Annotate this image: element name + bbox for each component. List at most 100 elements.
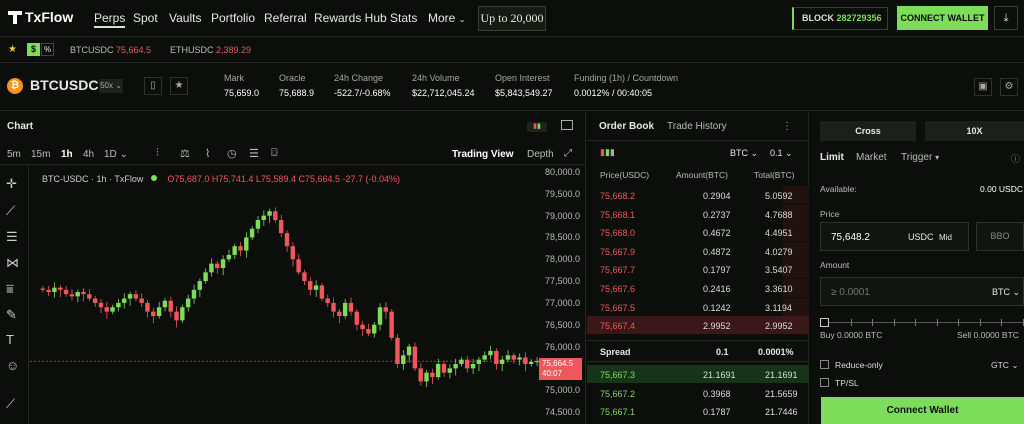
ruler-icon[interactable]: ⟋: [6, 396, 15, 412]
buy-amount: Buy 0.0000 BTC: [820, 330, 883, 340]
alert-clock-icon[interactable]: ◷: [227, 147, 237, 160]
ask-row[interactable]: 75,667.7 0.1797 3.5407: [587, 260, 809, 279]
nav-perps[interactable]: Perps: [94, 11, 126, 28]
trading-view-tab[interactable]: Trading View: [452, 149, 514, 160]
settings-icon[interactable]: ⚙: [1000, 78, 1018, 96]
text-icon[interactable]: T: [6, 332, 14, 347]
amount-unit[interactable]: BTC ⌄: [992, 287, 1020, 298]
candle-body: [360, 324, 365, 330]
compare-icon[interactable]: ⚖: [180, 147, 190, 160]
amount-slider[interactable]: [820, 318, 1024, 328]
leverage-button[interactable]: 10X: [925, 121, 1024, 141]
horizontal-lines-icon[interactable]: ☰: [6, 229, 18, 245]
timeframe-1d[interactable]: 1D ⌄: [104, 149, 128, 160]
ask-row[interactable]: 75,667.5 0.1242 3.1194: [587, 297, 809, 316]
expand-icon[interactable]: ⤢: [564, 148, 572, 159]
timeframe-1h[interactable]: 1h: [61, 149, 73, 160]
amount-input[interactable]: ≥ 0.0001 BTC ⌄: [820, 277, 1024, 306]
promo-button[interactable]: Up to 20,000: [478, 6, 546, 31]
crosshair-icon[interactable]: ✛: [6, 176, 17, 192]
watchlist-item[interactable]: BTCUSDC 75,664.5: [70, 45, 151, 55]
order-total: 4.7688: [765, 209, 793, 220]
bid-row[interactable]: 75,667.1 0.1787 21.7446: [587, 402, 809, 420]
book-view-icon[interactable]: ▮▮▮: [600, 147, 615, 158]
trendline-icon[interactable]: ⟋: [6, 203, 15, 219]
asset-select[interactable]: BTC ⌄: [730, 148, 758, 159]
bbo-button[interactable]: BBO: [976, 222, 1024, 251]
nav-stats[interactable]: Stats: [390, 11, 417, 25]
connect-wallet-button[interactable]: CONNECT WALLET: [897, 6, 988, 30]
market-symbol[interactable]: BTCUSDC: [30, 77, 98, 93]
camera-icon[interactable]: ⌼: [271, 147, 278, 160]
nav-rewards-hub[interactable]: Rewards Hub: [314, 11, 387, 25]
nav-more[interactable]: More ⌄: [428, 11, 465, 25]
indicators-icon[interactable]: ⌇: [205, 147, 210, 160]
nav-more-label: More: [428, 11, 456, 25]
margin-mode-button[interactable]: Cross: [820, 121, 916, 141]
info-icon[interactable]: ⓘ: [1011, 152, 1020, 165]
fib-icon[interactable]: ⩸: [6, 281, 14, 297]
ask-row[interactable]: 75,667.4 2.9952 2.9952: [587, 316, 809, 335]
download-icon[interactable]: ⤓: [994, 6, 1018, 30]
mid-button[interactable]: Mid: [939, 233, 952, 242]
brush-icon[interactable]: ✎: [6, 307, 17, 323]
star-icon[interactable]: ★: [8, 44, 17, 55]
tab-market[interactable]: Market: [856, 152, 887, 163]
watchlist-item[interactable]: ETHUSDC 2,389.29: [170, 45, 251, 55]
nav-spot[interactable]: Spot: [133, 11, 158, 25]
tif-select[interactable]: GTC ⌄: [991, 360, 1018, 371]
leverage-badge[interactable]: 50x ⌄: [99, 79, 123, 93]
step-select[interactable]: 0.1 ⌄: [770, 148, 793, 159]
reduce-only-checkbox[interactable]: [820, 360, 829, 369]
tpsl-checkbox[interactable]: [820, 378, 829, 387]
percent-toggle[interactable]: %: [41, 43, 54, 56]
pattern-icon[interactable]: ⋈: [6, 255, 19, 271]
nav-portfolio[interactable]: Portfolio: [211, 11, 255, 25]
connect-wallet-form-button[interactable]: Connect Wallet: [821, 397, 1024, 424]
timeframe-4h[interactable]: 4h: [83, 149, 94, 160]
ask-row[interactable]: 75,667.6 0.2416 3.3610: [587, 279, 809, 297]
ticker-bar: ₿ BTCUSDC 50x ⌄ ▯ ★ Mark 75,659.0 Oracle 7…: [0, 63, 1024, 111]
emoji-icon[interactable]: ☺: [6, 358, 19, 373]
candle-style-icon[interactable]: ⫶: [156, 147, 159, 160]
candle-body: [465, 359, 470, 369]
ask-row[interactable]: 75,668.1 0.2737 4.7688: [587, 204, 809, 223]
more-options-icon[interactable]: ⋮: [782, 121, 792, 132]
tab-limit[interactable]: Limit: [820, 152, 844, 163]
candle-body: [46, 289, 51, 292]
tab-trigger-label: Trigger: [901, 152, 933, 163]
order-total: 2.9952: [765, 321, 793, 332]
tab-trigger[interactable]: Trigger ▾: [901, 152, 939, 163]
logo[interactable]: TxFlow: [8, 9, 73, 25]
candle-type-icon[interactable]: ▮▮: [527, 122, 547, 132]
dollar-toggle[interactable]: $: [27, 43, 40, 56]
candle-body: [110, 307, 115, 312]
candle-body: [244, 237, 249, 251]
order-price: 75,667.3: [600, 370, 636, 380]
nav-referral[interactable]: Referral: [264, 11, 307, 25]
settings-list-icon[interactable]: ☰: [249, 147, 259, 160]
tab-order-book[interactable]: Order Book: [599, 121, 654, 132]
layout-icon[interactable]: ▯: [144, 77, 162, 95]
candle-body: [418, 368, 423, 382]
ask-row[interactable]: 75,667.9 0.4872 4.0279: [587, 241, 809, 260]
panel-layout-icon[interactable]: ▣: [974, 78, 992, 96]
nav-vaults[interactable]: Vaults: [169, 11, 201, 25]
candle-body: [499, 359, 505, 364]
price-input[interactable]: 75,648.2 USDC Mid: [820, 222, 969, 251]
timeframe-15m[interactable]: 15m: [31, 149, 50, 160]
ask-row[interactable]: 75,668.2 0.2904 5.0592: [587, 186, 809, 204]
depth-tab[interactable]: Depth: [527, 149, 554, 160]
ask-row[interactable]: 75,668.0 0.4672 4.4951: [587, 223, 809, 242]
y-tick-label: 77,000.0: [545, 297, 581, 308]
available-label: Available:: [820, 184, 857, 194]
order-total: 3.5407: [765, 265, 793, 276]
favorite-star-icon[interactable]: ★: [170, 77, 188, 95]
maximize-icon[interactable]: [561, 120, 573, 130]
slider-handle[interactable]: [820, 318, 829, 327]
candle-body: [58, 287, 63, 290]
bid-row[interactable]: 75,667.2 0.3968 21.5659: [587, 384, 809, 402]
bid-row[interactable]: 75,667.3 21.1691 21.1691: [587, 365, 809, 383]
tab-trade-history[interactable]: Trade History: [667, 121, 727, 132]
timeframe-5m[interactable]: 5m: [7, 149, 21, 160]
